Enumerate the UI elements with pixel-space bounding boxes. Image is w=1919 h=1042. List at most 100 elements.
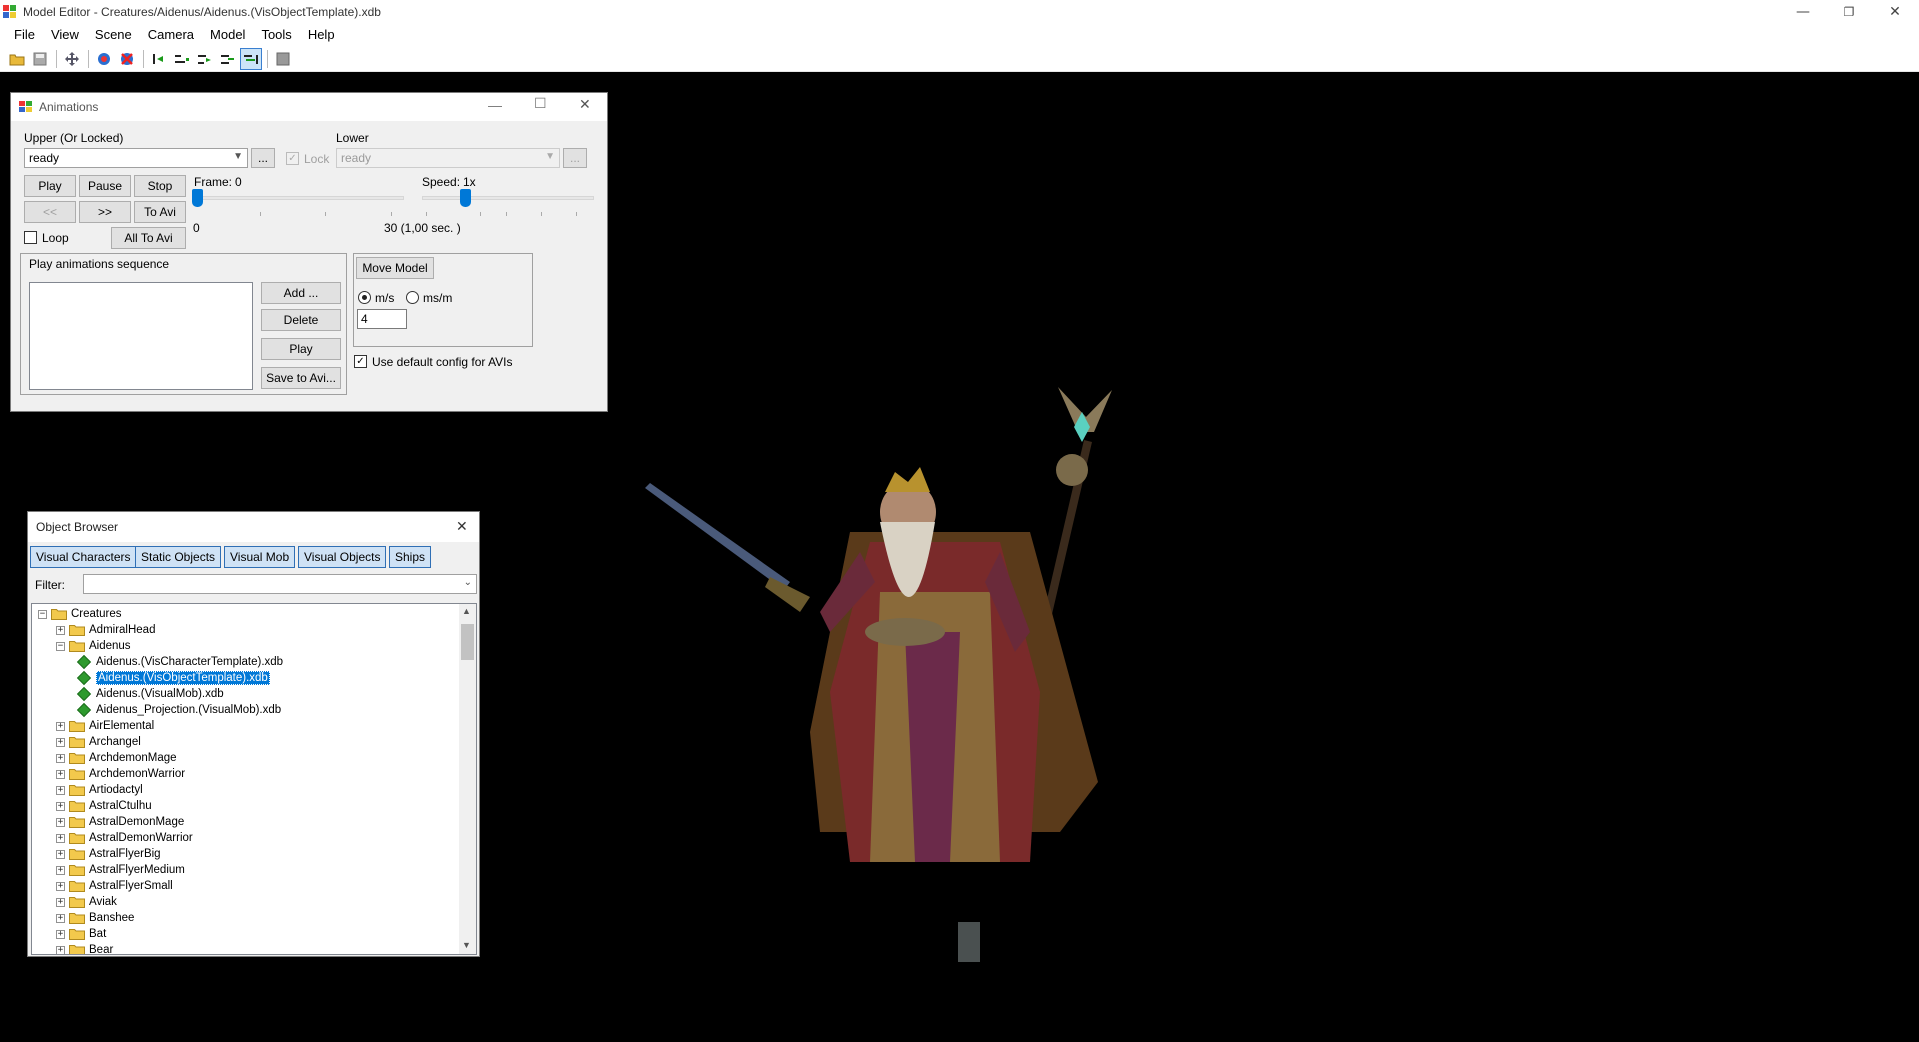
close-button[interactable]: ✕ [1872, 0, 1918, 24]
add-sequence-button[interactable]: Add ... [261, 282, 341, 304]
upper-more-button[interactable]: ... [251, 148, 275, 168]
play-button[interactable]: Play [24, 175, 76, 197]
lower-more-button[interactable]: ... [563, 148, 587, 168]
object-browser-titlebar[interactable]: Object Browser ✕ [28, 512, 479, 542]
save-icon[interactable] [29, 48, 51, 70]
upper-animation-select[interactable]: ready ▼ [24, 148, 248, 168]
lower-animation-select[interactable]: ready ▼ [336, 148, 560, 168]
expand-icon[interactable]: + [56, 721, 65, 731]
tree-folder-row[interactable]: + Archangel [56, 734, 141, 750]
remove-icon[interactable] [116, 48, 138, 70]
tree-folder-row[interactable]: + AstralFlyerBig [56, 846, 161, 862]
expand-icon[interactable]: + [56, 769, 65, 779]
minimize-button[interactable]: — [1780, 0, 1826, 24]
menu-model[interactable]: Model [202, 24, 253, 46]
tree-folder-row[interactable]: + Bear [56, 942, 113, 954]
speed-slider-thumb[interactable] [459, 189, 471, 207]
play-sequence-button[interactable]: Play [261, 338, 341, 360]
tree-folder-row[interactable]: + Artiodactyl [56, 782, 143, 798]
unit-ms-radio[interactable] [358, 291, 371, 304]
to-avi-button[interactable]: To Avi [134, 201, 186, 223]
expand-icon[interactable]: + [56, 945, 65, 954]
pause-button[interactable]: Pause [79, 175, 131, 197]
restore-button[interactable]: ❐ [1826, 0, 1872, 24]
object-tree[interactable]: − Creatures + AdmiralHead − Aidenus Aidenus.(V… [31, 603, 477, 955]
tab-visual-mob[interactable]: Visual Mob [224, 546, 296, 568]
anim-start-icon[interactable] [148, 48, 170, 70]
collapse-icon[interactable]: − [56, 641, 65, 651]
tree-folder-row[interactable]: + Bat [56, 926, 106, 942]
tree-folder-row[interactable]: + AstralCtulhu [56, 798, 152, 814]
menu-help[interactable]: Help [300, 24, 343, 46]
frame-slider-thumb[interactable] [192, 189, 203, 207]
tree-file-row[interactable]: Aidenus.(VisCharacterTemplate).xdb [76, 654, 283, 670]
reload-icon[interactable] [93, 48, 115, 70]
tree-folder-row[interactable]: − Creatures [38, 606, 122, 622]
anim-prev-icon[interactable] [171, 48, 193, 70]
tree-folder-row[interactable]: + Banshee [56, 910, 134, 926]
expand-icon[interactable]: + [56, 737, 65, 747]
move-model-button[interactable]: Move Model [356, 257, 434, 279]
stop-button[interactable]: Stop [134, 175, 186, 197]
expand-icon[interactable]: + [56, 929, 65, 939]
prev-frame-button[interactable]: << [24, 201, 76, 223]
tree-folder-row[interactable]: + AirElemental [56, 718, 154, 734]
expand-icon[interactable]: + [56, 849, 65, 859]
close-icon[interactable]: ✕ [456, 518, 468, 535]
tab-ships[interactable]: Ships [389, 546, 432, 568]
tree-folder-row[interactable]: + ArchdemonWarrior [56, 766, 185, 782]
scroll-up-icon[interactable]: ▲ [462, 606, 471, 616]
tree-scrollbar[interactable]: ▲ ▼ [459, 604, 476, 954]
collapse-icon[interactable]: − [38, 609, 47, 619]
loop-checkbox[interactable] [24, 231, 37, 244]
menu-scene[interactable]: Scene [87, 24, 140, 46]
lock-checkbox[interactable]: ✓ [286, 152, 299, 165]
minimize-icon[interactable]: — [488, 97, 502, 113]
filter-input[interactable]: ⌄ [83, 574, 477, 594]
expand-icon[interactable]: + [56, 897, 65, 907]
menu-camera[interactable]: Camera [140, 24, 202, 46]
anim-step-icon[interactable] [217, 48, 239, 70]
tree-file-row[interactable]: Aidenus.(VisualMob).xdb [76, 686, 224, 702]
menu-tools[interactable]: Tools [253, 24, 299, 46]
tree-folder-row[interactable]: + AstralFlyerMedium [56, 862, 185, 878]
open-icon[interactable] [6, 48, 28, 70]
scroll-down-icon[interactable]: ▼ [462, 940, 471, 950]
maximize-icon[interactable]: ☐ [534, 95, 547, 112]
tree-folder-row[interactable]: + Aviak [56, 894, 117, 910]
tree-folder-row[interactable]: + AstralDemonMage [56, 814, 184, 830]
tree-file-row[interactable]: Aidenus.(VisObjectTemplate).xdb [76, 670, 270, 686]
animations-titlebar[interactable]: Animations — ☐ ✕ [11, 93, 607, 121]
expand-icon[interactable]: + [56, 881, 65, 891]
tree-folder-row[interactable]: − Aidenus [56, 638, 131, 654]
tab-visual-characters[interactable]: Visual Characters [30, 546, 137, 568]
anim-next-icon[interactable] [194, 48, 216, 70]
expand-icon[interactable]: + [56, 625, 65, 635]
save-to-avi-button[interactable]: Save to Avi... [261, 367, 341, 389]
grid-icon[interactable] [272, 48, 294, 70]
expand-icon[interactable]: + [56, 785, 65, 795]
expand-icon[interactable]: + [56, 801, 65, 811]
tab-static-objects[interactable]: Static Objects [135, 546, 222, 568]
tab-visual-objects[interactable]: Visual Objects [298, 546, 387, 568]
tree-file-row[interactable]: Aidenus_Projection.(VisualMob).xdb [76, 702, 281, 718]
close-icon[interactable]: ✕ [579, 96, 591, 113]
expand-icon[interactable]: + [56, 753, 65, 763]
delete-sequence-button[interactable]: Delete [261, 309, 341, 331]
all-to-avi-button[interactable]: All To Avi [111, 227, 186, 249]
expand-icon[interactable]: + [56, 913, 65, 923]
sequence-list[interactable] [29, 282, 253, 390]
move-icon[interactable] [61, 48, 83, 70]
scroll-thumb[interactable] [461, 624, 474, 660]
expand-icon[interactable]: + [56, 817, 65, 827]
move-speed-input[interactable]: 4 [357, 309, 407, 329]
unit-msm-radio[interactable] [406, 291, 419, 304]
expand-icon[interactable]: + [56, 833, 65, 843]
menu-file[interactable]: File [6, 24, 43, 46]
tree-folder-row[interactable]: + AdmiralHead [56, 622, 155, 638]
expand-icon[interactable]: + [56, 865, 65, 875]
anim-end-icon[interactable] [240, 47, 262, 70]
tree-folder-row[interactable]: + ArchdemonMage [56, 750, 177, 766]
use-default-checkbox[interactable]: ✓ [354, 355, 367, 368]
tree-folder-row[interactable]: + AstralFlyerSmall [56, 878, 173, 894]
